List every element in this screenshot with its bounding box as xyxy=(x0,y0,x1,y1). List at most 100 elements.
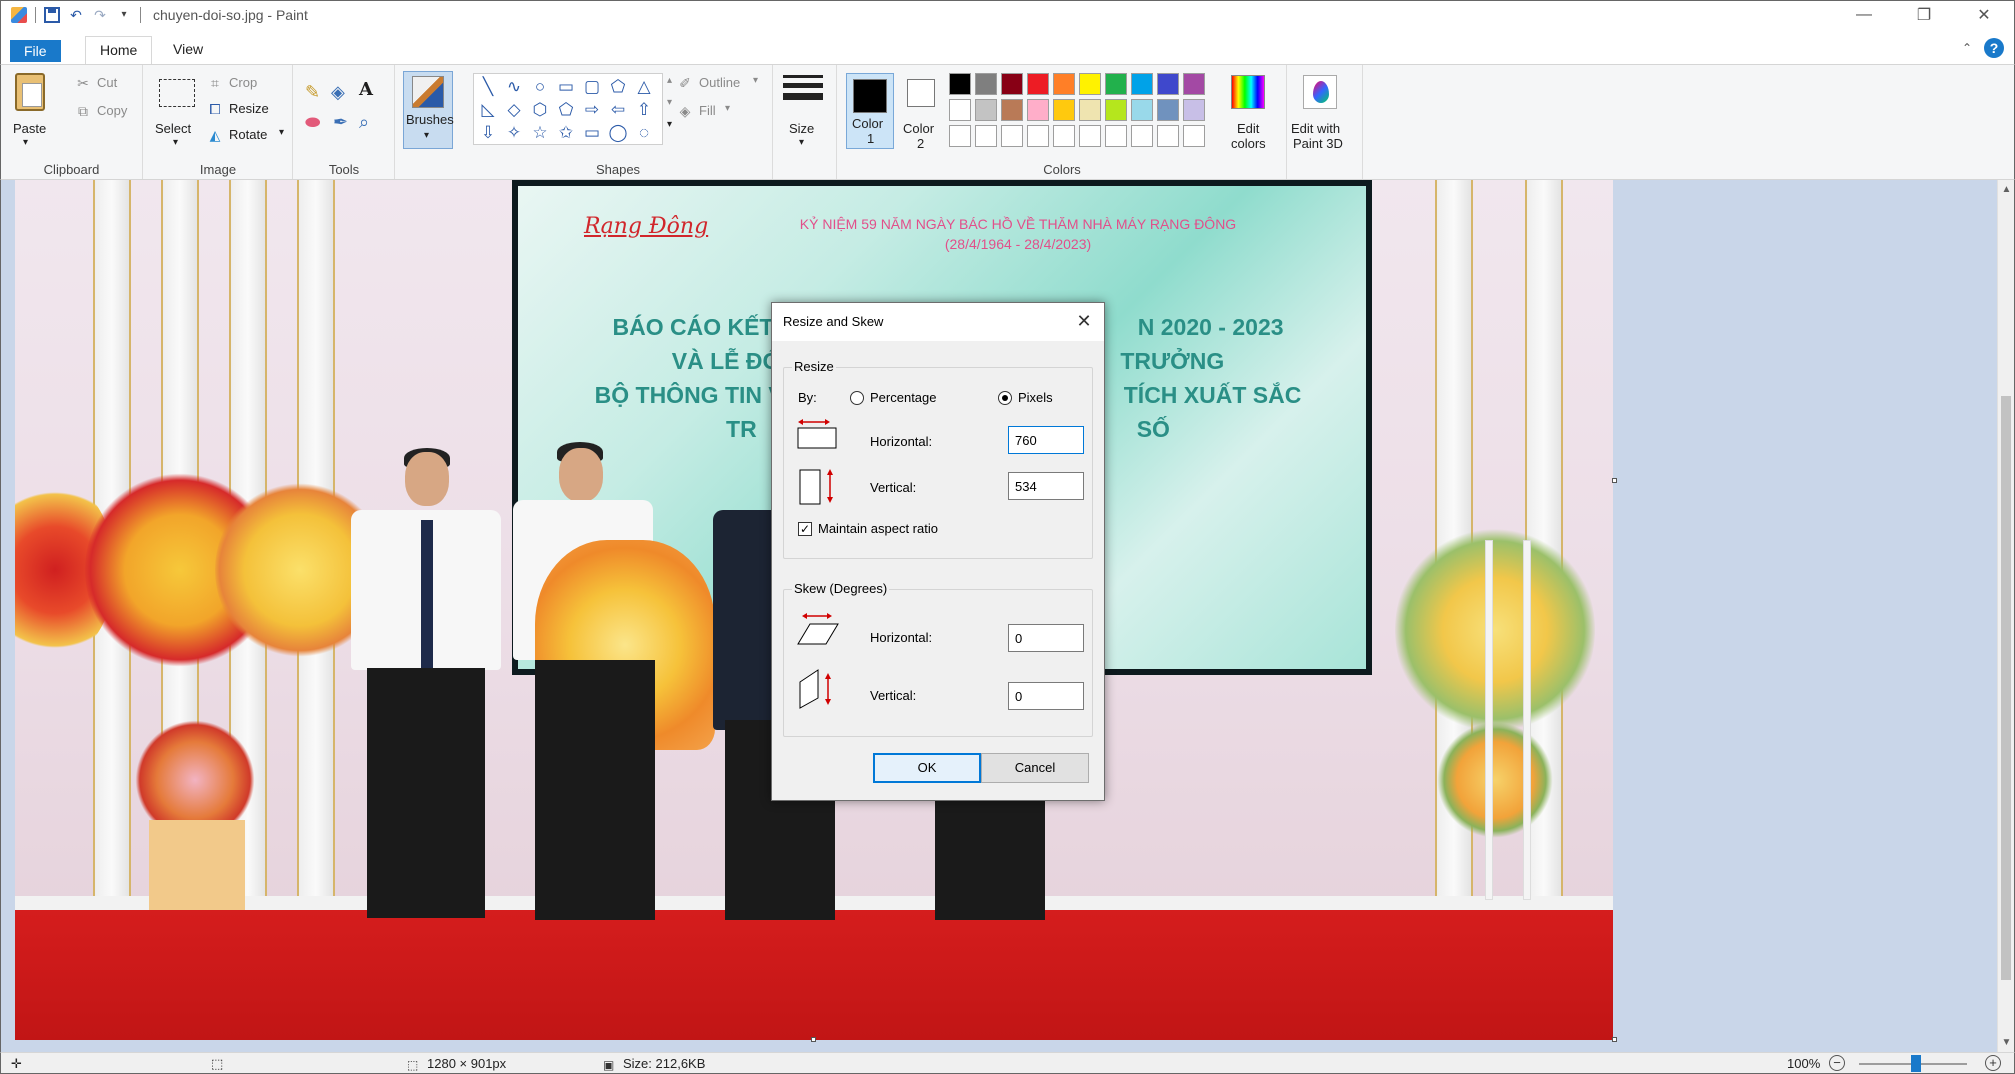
select-icon[interactable] xyxy=(159,79,195,107)
ok-button[interactable]: OK xyxy=(873,753,981,783)
paste-dropdown-icon[interactable]: ▾ xyxy=(23,137,28,148)
shape-option-icon[interactable]: ◌ xyxy=(634,123,654,143)
shapes-scroll-up-icon[interactable]: ▴ xyxy=(667,75,672,86)
shape-option-icon[interactable]: ⇩ xyxy=(478,123,498,143)
palette-swatch[interactable] xyxy=(1053,99,1075,121)
shape-option-icon[interactable]: ✧ xyxy=(504,123,524,143)
pixels-radio[interactable] xyxy=(998,391,1012,405)
palette-swatch[interactable] xyxy=(1183,99,1205,121)
horizontal-input[interactable] xyxy=(1008,426,1084,454)
minimize-button[interactable]: — xyxy=(1834,1,1894,29)
eraser-icon[interactable]: ⬬ xyxy=(305,111,320,133)
cancel-button[interactable]: Cancel xyxy=(981,753,1089,783)
pencil-icon[interactable]: ✎ xyxy=(305,81,320,103)
canvas-resize-handle-corner[interactable] xyxy=(1612,1037,1617,1042)
shape-option-icon[interactable]: ⇦ xyxy=(608,100,628,120)
tab-home[interactable]: Home xyxy=(85,36,153,64)
canvas-resize-handle-bottom[interactable] xyxy=(811,1037,816,1042)
select-button-label[interactable]: Select xyxy=(155,121,191,136)
custom-color-slot[interactable] xyxy=(1157,125,1179,147)
custom-color-slot[interactable] xyxy=(1079,125,1101,147)
shape-option-icon[interactable]: ✩ xyxy=(556,123,576,143)
palette-swatch[interactable] xyxy=(1001,73,1023,95)
custom-color-slot[interactable] xyxy=(1105,125,1127,147)
cut-button[interactable]: Cut xyxy=(97,75,117,90)
undo-icon[interactable]: ↶ xyxy=(68,7,84,23)
copy-icon[interactable]: ⧉ xyxy=(75,103,91,119)
custom-color-slot[interactable] xyxy=(1001,125,1023,147)
vertical-scrollbar[interactable]: ▲ ▼ xyxy=(1997,180,2014,1052)
shape-option-icon[interactable]: ◇ xyxy=(504,100,524,120)
redo-icon[interactable]: ↷ xyxy=(92,7,108,23)
color-picker-icon[interactable]: ✒ xyxy=(333,111,348,133)
shapes-expand-icon[interactable]: ▾ xyxy=(667,119,672,130)
palette-swatch[interactable] xyxy=(1079,99,1101,121)
crop-icon[interactable]: ⌗ xyxy=(207,75,223,91)
shape-option-icon[interactable]: ◯ xyxy=(608,123,628,143)
brushes-button[interactable]: Brushes ▾ xyxy=(403,71,454,149)
shape-option-icon[interactable]: ╲ xyxy=(478,77,498,97)
scrollbar-thumb[interactable] xyxy=(2001,396,2011,980)
palette-swatch[interactable] xyxy=(975,99,997,121)
collapse-ribbon-icon[interactable]: ⌃ xyxy=(1962,41,1972,55)
shape-option-icon[interactable]: ⇨ xyxy=(582,100,602,120)
custom-color-slot[interactable] xyxy=(975,125,997,147)
paste-icon[interactable] xyxy=(15,73,45,111)
shape-option-icon[interactable]: △ xyxy=(634,77,654,97)
palette-swatch[interactable] xyxy=(1001,99,1023,121)
outline-button[interactable]: Outline xyxy=(699,75,740,90)
palette-swatch[interactable] xyxy=(1157,73,1179,95)
custom-color-slot[interactable] xyxy=(1131,125,1153,147)
dialog-titlebar[interactable]: Resize and Skew ✕ xyxy=(772,303,1104,341)
paint-app-icon[interactable] xyxy=(11,6,27,23)
shape-option-icon[interactable]: ○ xyxy=(530,77,550,97)
vertical-input[interactable] xyxy=(1008,472,1084,500)
fill-shape-icon[interactable]: ◈ xyxy=(677,103,693,119)
rotate-dropdown-icon[interactable]: ▾ xyxy=(279,127,284,138)
shape-option-icon[interactable]: ◺ xyxy=(478,100,498,120)
size-icon[interactable] xyxy=(783,75,823,105)
skew-horizontal-input[interactable] xyxy=(1008,624,1084,652)
palette-swatch[interactable] xyxy=(1105,99,1127,121)
custom-color-slot[interactable] xyxy=(1053,125,1075,147)
save-icon[interactable] xyxy=(44,6,60,23)
shape-option-icon[interactable]: ⬠ xyxy=(556,100,576,120)
fill-dropdown-icon[interactable]: ▾ xyxy=(725,103,730,114)
text-icon[interactable]: A xyxy=(359,79,373,101)
shape-option-icon[interactable]: ▭ xyxy=(582,123,602,143)
palette-swatch[interactable] xyxy=(1027,99,1049,121)
palette-swatch[interactable] xyxy=(975,73,997,95)
dialog-close-icon[interactable]: ✕ xyxy=(1072,309,1096,333)
shape-option-icon[interactable]: ☆ xyxy=(530,123,550,143)
size-button-label[interactable]: Size xyxy=(789,121,814,136)
cut-icon[interactable]: ✂ xyxy=(75,75,91,91)
copy-button[interactable]: Copy xyxy=(97,103,127,118)
tab-file[interactable]: File xyxy=(10,40,61,62)
outline-dropdown-icon[interactable]: ▾ xyxy=(753,75,758,86)
palette-swatch[interactable] xyxy=(949,73,971,95)
crop-button[interactable]: Crop xyxy=(229,75,257,90)
custom-color-slot[interactable] xyxy=(949,125,971,147)
shapes-gallery[interactable]: ╲ ∿ ○ ▭ ▢ ⬠ △ ◺ ◇ ⬡ ⬠ ⇨ ⇦ ⇧ ⇩ ✧ ☆ ✩ ▭ ◯ ◌ xyxy=(473,73,663,145)
fill-icon[interactable]: ◈ xyxy=(331,81,345,103)
pixels-label[interactable]: Pixels xyxy=(1018,390,1053,405)
magnifier-icon[interactable]: ⌕ xyxy=(359,111,369,133)
zoom-out-icon[interactable]: − xyxy=(1829,1055,1845,1071)
shape-option-icon[interactable]: ⇧ xyxy=(634,100,654,120)
custom-color-slot[interactable] xyxy=(1183,125,1205,147)
rotate-icon[interactable]: ◭ xyxy=(207,127,223,143)
canvas-resize-handle-right[interactable] xyxy=(1612,478,1617,483)
shape-option-icon[interactable]: ⬠ xyxy=(608,77,628,97)
help-icon[interactable]: ? xyxy=(1984,38,2004,58)
palette-swatch[interactable] xyxy=(1183,73,1205,95)
scroll-down-icon[interactable]: ▼ xyxy=(1998,1037,2015,1048)
palette-swatch[interactable] xyxy=(1105,73,1127,95)
shape-option-icon[interactable]: ⬡ xyxy=(530,100,550,120)
customize-qat-icon[interactable]: ▾ xyxy=(116,7,132,23)
custom-color-slot[interactable] xyxy=(1027,125,1049,147)
close-button[interactable]: ✕ xyxy=(1954,1,2014,29)
palette-swatch[interactable] xyxy=(1131,73,1153,95)
restore-button[interactable]: ❐ xyxy=(1894,1,1954,29)
percentage-label[interactable]: Percentage xyxy=(870,390,937,405)
fill-button[interactable]: Fill xyxy=(699,103,716,118)
